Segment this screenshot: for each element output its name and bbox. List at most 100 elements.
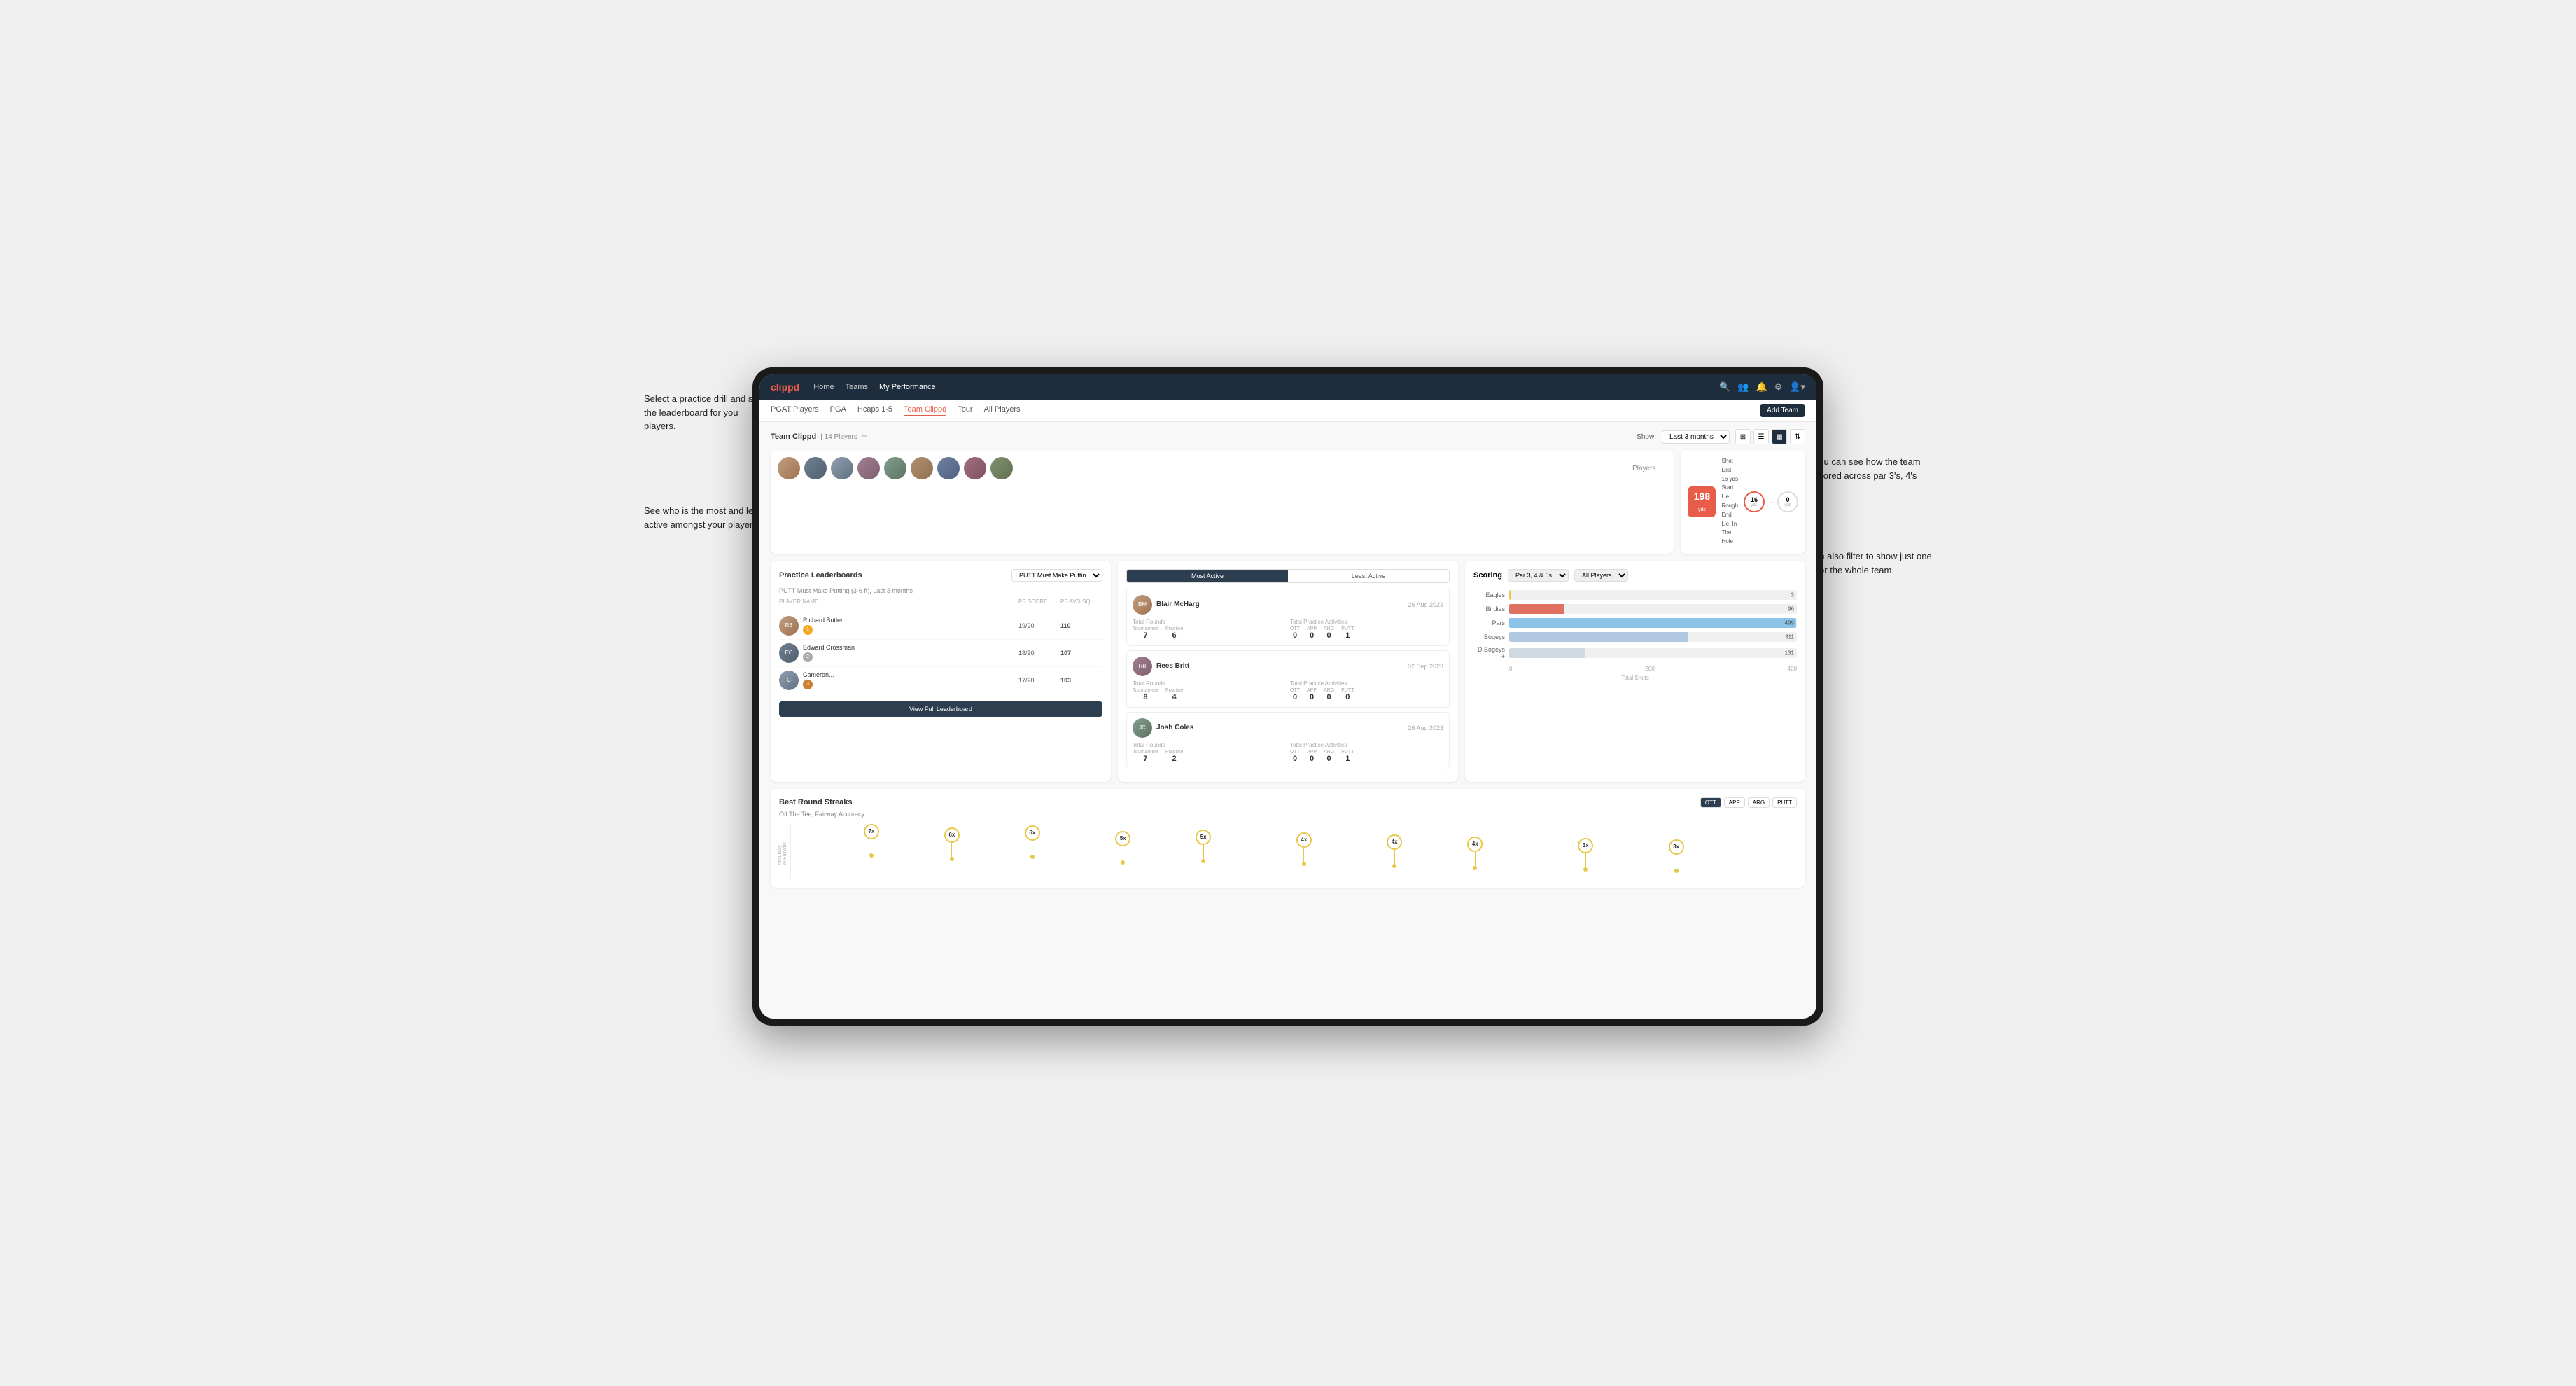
streak-bubble-6: 4x	[1296, 832, 1312, 848]
nav-my-performance[interactable]: My Performance	[879, 383, 936, 391]
view-icons: ⊞ ☰ ▦ ⇅	[1735, 429, 1805, 444]
add-team-button[interactable]: Add Team	[1760, 404, 1805, 417]
most-active-button[interactable]: Most Active	[1127, 570, 1288, 582]
nav-items: Home Teams My Performance	[813, 383, 1719, 391]
arrow-icon: →	[1768, 498, 1774, 505]
leaderboard-dropdown[interactable]: PUTT Must Make Putting...	[1011, 569, 1102, 582]
bar-fill-bogeys	[1509, 632, 1688, 642]
bar-bogeys: Bogeys 311	[1474, 632, 1797, 642]
lb-score-1: 19/20	[1018, 622, 1060, 629]
search-icon[interactable]: 🔍	[1719, 382, 1730, 393]
settings-icon[interactable]: ⚙	[1774, 382, 1783, 393]
tab-team-clippd[interactable]: Team Clippd	[904, 405, 946, 416]
view-grid-icon[interactable]: ⊞	[1735, 429, 1751, 444]
col-player-name: PLAYER NAME	[779, 598, 1018, 605]
streak-bubble-7: 4x	[1387, 834, 1402, 850]
bar-fill-birdies	[1509, 604, 1564, 614]
activity-avatar-2: RB	[1133, 657, 1152, 676]
lb-avatar-1: RB	[779, 616, 799, 636]
tab-pga[interactable]: PGA	[830, 405, 846, 416]
least-active-button[interactable]: Least Active	[1288, 570, 1449, 582]
activity-date-2: 02 Sep 2023	[1408, 663, 1443, 670]
bar-value-pars: 499	[1785, 620, 1794, 626]
activity-avatar-3: JC	[1133, 718, 1152, 738]
streak-pin-8: 4x	[1467, 836, 1483, 870]
view-sort-icon[interactable]: ⇅	[1790, 429, 1805, 444]
bar-value-dbogeys: 131	[1785, 650, 1794, 656]
bell-icon[interactable]: 🔔	[1756, 382, 1767, 393]
team-name: Team Clippd	[771, 433, 816, 441]
view-list-icon[interactable]: ☰	[1754, 429, 1769, 444]
streak-pin-10: 3x	[1669, 839, 1684, 873]
player-avatar-8[interactable]	[964, 457, 986, 479]
bar-label-pars: Pars	[1474, 620, 1505, 626]
scoring-player-filter[interactable]: All Players	[1574, 569, 1628, 582]
bar-label-dbogeys: D.Bogeys +	[1474, 646, 1505, 660]
tab-pgat-players[interactable]: PGAT Players	[771, 405, 819, 416]
player-avatar-6[interactable]	[911, 457, 933, 479]
pac-header-1: BM Blair McHarg 26 Aug 2023	[1133, 595, 1443, 615]
streak-bubble-8: 4x	[1467, 836, 1483, 852]
streak-bubble-10: 3x	[1669, 839, 1684, 855]
view-card-icon[interactable]: ▦	[1772, 429, 1787, 444]
leaderboard-title: Practice Leaderboards	[779, 571, 862, 580]
profile-icon[interactable]: 👤▾	[1789, 382, 1805, 393]
users-icon[interactable]: 👥	[1737, 382, 1749, 393]
player-avatar-9[interactable]	[990, 457, 1013, 479]
player-avatar-4[interactable]	[858, 457, 880, 479]
chart-x-labels: 0 200 400	[1474, 664, 1797, 672]
player-avatar-5[interactable]	[884, 457, 906, 479]
bar-track-eagles: 3	[1509, 590, 1797, 600]
lb-badge-2: 2	[803, 652, 813, 662]
activity-name-2: Rees Britt	[1156, 662, 1189, 670]
page-wrapper: Select a practice drill and see the lead…	[644, 346, 1932, 1040]
bar-label-eagles: Eagles	[1474, 592, 1505, 598]
shot-end-lie: End Lie: In The Hole	[1721, 511, 1738, 547]
activity-date-1: 26 Aug 2023	[1408, 601, 1443, 608]
total-shots-label: Total Shots	[1474, 675, 1797, 681]
player-avatar-7[interactable]	[937, 457, 960, 479]
team-count: | 14 Players	[820, 433, 858, 441]
streak-pin-2: 6x	[944, 827, 960, 861]
activity-player-3: JC Josh Coles 26 Aug 2023 Total Rounds	[1126, 712, 1450, 769]
annotation-2: See who is the most and least active amo…	[644, 504, 770, 531]
player-avatar-3[interactable]	[831, 457, 853, 479]
streaks-filter-ott[interactable]: OTT	[1700, 797, 1721, 808]
team-header: Team Clippd | 14 Players ✏ Show: Last 3 …	[771, 429, 1805, 444]
shot-info-card: 198 yds Shot Dist: 16 yds Start Lie: Rou…	[1681, 450, 1805, 554]
scoring-par-filter[interactable]: Par 3, 4 & 5s Par 3s Par 4s Par 5s	[1508, 569, 1569, 582]
streak-bubble-9: 3x	[1578, 838, 1593, 853]
streak-pin-7: 4x	[1387, 834, 1402, 868]
streaks-filter-putt[interactable]: PUTT	[1772, 797, 1797, 808]
shot-circle-2: 0 yds	[1777, 491, 1798, 512]
pac-stats-1: Total Rounds Tournament 7 Practice	[1133, 619, 1443, 640]
streaks-filter-app[interactable]: APP	[1724, 797, 1745, 808]
pac-header-3: JC Josh Coles 26 Aug 2023	[1133, 718, 1443, 738]
tab-hcaps[interactable]: Hcaps 1-5	[858, 405, 892, 416]
show-dropdown[interactable]: Last 3 months Last 6 months This year	[1662, 430, 1730, 444]
edit-icon[interactable]: ✏	[862, 433, 867, 441]
streaks-filter-arg[interactable]: ARG	[1748, 797, 1770, 808]
tab-tour[interactable]: Tour	[958, 405, 972, 416]
scoring-title: Scoring	[1474, 571, 1502, 580]
three-column-section: Practice Leaderboards PUTT Must Make Put…	[771, 561, 1805, 782]
nav-home[interactable]: Home	[813, 383, 834, 391]
leaderboard-row-3: C Cameron... 3 17/20 103	[779, 667, 1102, 694]
streak-pin-6: 4x	[1296, 832, 1312, 866]
shot-circle-1: 16 yds	[1744, 491, 1765, 512]
streak-pin-3: 6x	[1025, 825, 1040, 859]
player-avatar-1[interactable]	[778, 457, 800, 479]
activity-name-1: Blair McHarg	[1156, 601, 1200, 608]
scoring-header: Scoring Par 3, 4 & 5s Par 3s Par 4s Par …	[1474, 569, 1797, 582]
player-avatar-2[interactable]	[804, 457, 827, 479]
view-full-leaderboard-button[interactable]: View Full Leaderboard	[779, 701, 1102, 717]
lb-name-3: Cameron...	[803, 671, 834, 678]
leaderboard-card-header: Practice Leaderboards PUTT Must Make Put…	[779, 569, 1102, 582]
activity-date-3: 26 Aug 2023	[1408, 724, 1443, 732]
activity-player-1: BM Blair McHarg 26 Aug 2023 Total Rounds	[1126, 589, 1450, 646]
nav-logo: clippd	[771, 382, 799, 393]
nav-teams[interactable]: Teams	[846, 383, 868, 391]
lb-name-1: Richard Butler	[803, 617, 843, 624]
players-label: Players	[1632, 465, 1656, 472]
tab-all-players[interactable]: All Players	[984, 405, 1021, 416]
